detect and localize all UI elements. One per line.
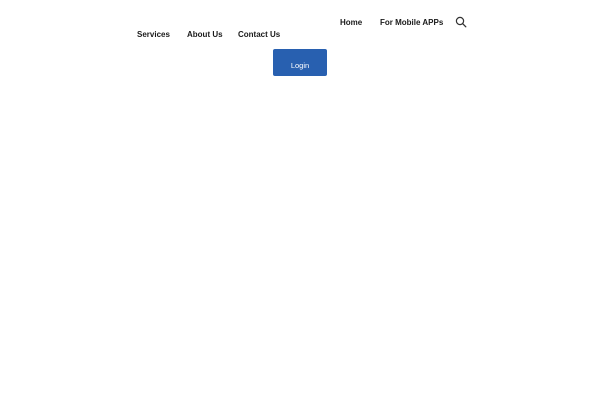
nav-services-link[interactable]: Services — [137, 30, 170, 40]
nav-contact-us-link[interactable]: Contact Us — [238, 30, 280, 40]
login-button[interactable]: Login — [273, 49, 327, 76]
nav-home-link[interactable]: Home — [340, 18, 362, 28]
search-icon[interactable] — [455, 16, 467, 28]
nav-for-mobile-apps-link[interactable]: For Mobile APPs — [380, 18, 443, 28]
nav-about-us-link[interactable]: About Us — [187, 30, 223, 40]
page: Home For Mobile APPs Services About Us C… — [0, 0, 600, 400]
